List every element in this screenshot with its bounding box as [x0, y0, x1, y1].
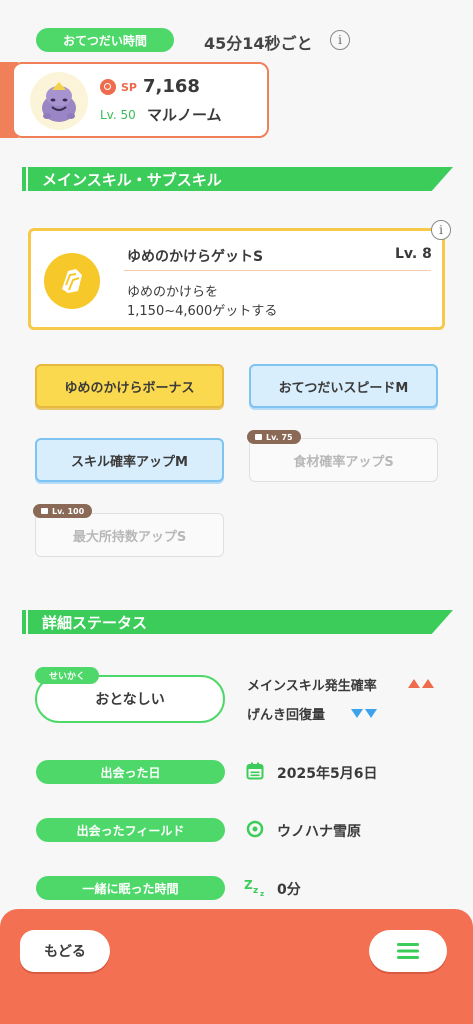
nature-tag: せいかく — [35, 667, 99, 684]
main-skill-description-line1: ゆめのかけらを — [127, 285, 219, 300]
calendar-icon — [246, 762, 264, 784]
down-arrows-icon — [351, 709, 377, 718]
divider — [124, 270, 431, 271]
slept-together-label: 一緒に眠った時間 — [36, 876, 225, 900]
swalot-icon — [42, 82, 76, 122]
sp-value: 7,168 — [143, 76, 200, 97]
sp-icon — [100, 79, 116, 95]
info-icon[interactable]: i — [431, 220, 451, 240]
triangle-down-icon — [365, 709, 377, 718]
svg-text:z: z — [260, 890, 264, 897]
main-skill-description-line2: 1,150~4,600ゲットする — [127, 304, 278, 319]
main-skill-name: ゆめのかけらゲットS — [127, 249, 264, 265]
help-interval-value: 45分14秒ごと — [204, 34, 313, 53]
sub-skill-button[interactable]: スキル確率アップM — [35, 438, 224, 482]
back-button[interactable]: もどる — [20, 930, 110, 972]
nature-up-effect: メインスキル発生確率 — [247, 679, 377, 694]
dream-shard-icon — [44, 253, 100, 309]
sp-label: SP — [121, 81, 137, 94]
slept-together-value: 0分 — [277, 882, 301, 898]
section-header-details: 詳細ステータス — [28, 610, 453, 634]
met-field-value: ウノハナ雪原 — [277, 824, 361, 840]
section-notch — [22, 610, 26, 634]
sleep-zzz-icon: Z z z — [244, 877, 268, 901]
dream-shard-glyph — [62, 269, 82, 293]
info-icon[interactable]: i — [330, 30, 350, 50]
up-arrows-icon — [408, 679, 434, 688]
help-interval-label: おてつだい時間 — [36, 28, 174, 52]
triangle-up-icon — [408, 679, 420, 688]
lock-icon — [255, 434, 262, 440]
location-pin-icon — [246, 820, 264, 842]
pokemon-level: Lv. 50 — [100, 108, 136, 122]
pokemon-name: マルノーム — [147, 106, 222, 124]
svg-text:z: z — [253, 886, 258, 896]
triangle-up-icon — [422, 679, 434, 688]
svg-text:Z: Z — [244, 878, 253, 892]
menu-button[interactable] — [369, 930, 447, 972]
section-notch — [22, 167, 26, 191]
unlock-level-text: Lv. 100 — [52, 506, 85, 516]
unlock-level-text: Lv. 75 — [266, 432, 293, 442]
unlock-level-badge: Lv. 75 — [247, 430, 301, 444]
met-date-value: 2025年5月6日 — [277, 766, 378, 782]
met-field-label: 出会ったフィールド — [36, 818, 225, 842]
unlock-level-badge: Lv. 100 — [33, 504, 93, 518]
sub-skill-button[interactable]: ゆめのかけらボーナス — [35, 364, 224, 408]
sub-skill-button[interactable]: おてつだいスピードM — [249, 364, 438, 408]
met-date-label: 出会った日 — [36, 760, 225, 784]
lock-icon — [41, 508, 48, 514]
triangle-down-icon — [351, 709, 363, 718]
sub-skill-button-locked[interactable]: 食材確率アップS — [249, 438, 438, 482]
main-skill-level: Lv. 8 — [395, 246, 432, 262]
section-header-skills: メインスキル・サブスキル — [28, 167, 453, 191]
nature-down-effect: げんき回復量 — [247, 708, 326, 723]
hamburger-menu-icon — [397, 943, 419, 959]
pokemon-avatar — [30, 72, 88, 130]
sub-skill-button-locked[interactable]: 最大所持数アップS — [35, 513, 224, 557]
